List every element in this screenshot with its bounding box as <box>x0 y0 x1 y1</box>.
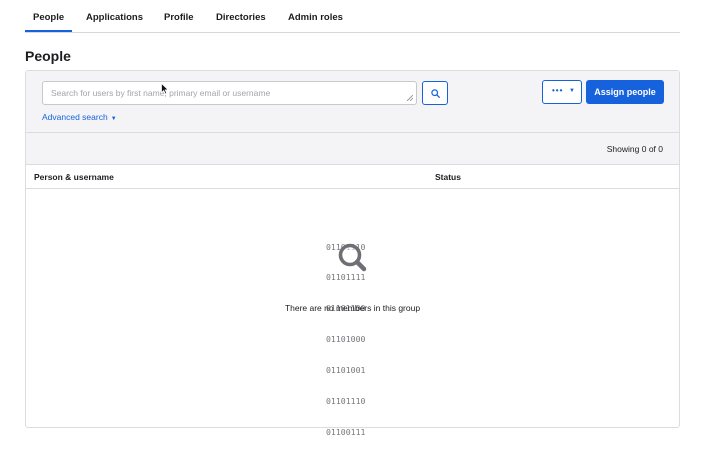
binary-line: 01101110 <box>326 396 366 407</box>
tab-directories[interactable]: Directories <box>216 12 266 23</box>
table-header: Person & username Status <box>26 165 679 189</box>
empty-state: 01101110 01101111 01101100 01101000 0110… <box>26 189 679 437</box>
search-field[interactable] <box>42 81 417 105</box>
showing-count: Showing 0 of 0 <box>606 144 663 154</box>
tab-people[interactable]: People <box>24 12 73 32</box>
search-button[interactable] <box>422 81 448 105</box>
tab-profile[interactable]: Profile <box>164 12 194 23</box>
binary-line: 01100111 <box>326 426 366 437</box>
results-count-bar: Showing 0 of 0 <box>26 133 679 165</box>
more-dots-icon: ••• <box>552 86 564 95</box>
caret-down-icon: ▼ <box>569 88 575 94</box>
tab-bar: People Applications Profile Directories … <box>24 0 680 33</box>
advanced-search-link[interactable]: Advanced search ▼ <box>42 112 117 122</box>
caret-down-icon: ▼ <box>110 116 117 122</box>
resize-handle-icon[interactable] <box>407 95 413 101</box>
search-toolbar: Advanced search▼ ••• ▼ Assign people <box>26 71 679 133</box>
more-actions-button[interactable]: ••• ▼ <box>542 80 582 104</box>
mouse-cursor-icon <box>161 83 169 95</box>
advanced-search-label: Advanced search <box>42 112 108 122</box>
binary-line: 01101001 <box>326 365 366 376</box>
column-header-person[interactable]: Person & username <box>34 172 114 182</box>
tab-applications[interactable]: Applications <box>86 12 143 23</box>
binary-line: 01101000 <box>326 334 366 345</box>
magnifier-icon <box>338 243 367 272</box>
page-title: People <box>25 48 71 64</box>
people-panel: Advanced search▼ ••• ▼ Assign people Sho… <box>25 70 680 437</box>
search-icon <box>431 89 440 98</box>
search-input[interactable] <box>43 82 416 104</box>
assign-people-button[interactable]: Assign people <box>586 80 664 104</box>
tab-admin-roles[interactable]: Admin roles <box>288 12 343 23</box>
column-header-status[interactable]: Status <box>435 172 461 182</box>
empty-message: There are no members in this group <box>284 303 421 313</box>
